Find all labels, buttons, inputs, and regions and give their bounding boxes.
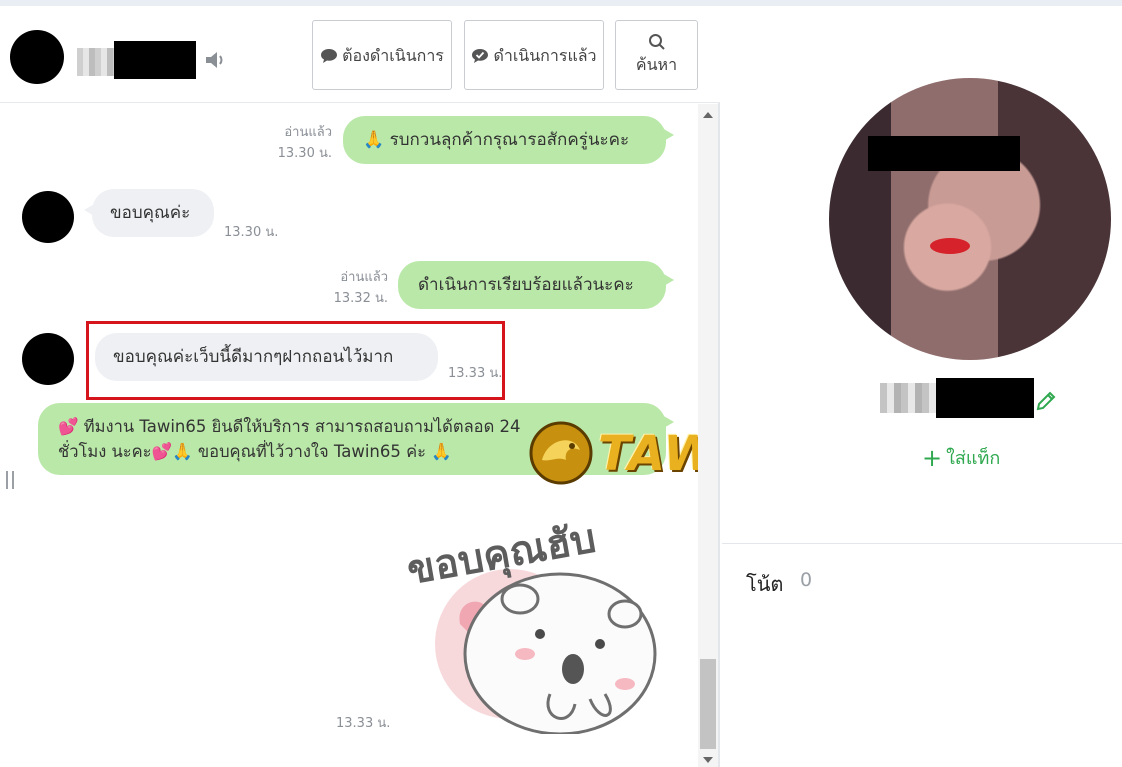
- sender-avatar[interactable]: [22, 191, 74, 243]
- read-status: อ่านแล้ว: [340, 270, 388, 285]
- note-count: 0: [800, 569, 813, 591]
- done-label: ดำเนินการแล้ว: [493, 45, 597, 65]
- to-do-label: ต้องดำเนินการ: [342, 45, 444, 65]
- message-time: 13.30 น.: [224, 225, 279, 240]
- contact-avatar[interactable]: [10, 30, 64, 84]
- section-divider: [722, 543, 1122, 544]
- message-meta: อ่านแล้ว 13.32 น.: [318, 267, 388, 309]
- message-text: ดำเนินการเรียบร้อยแล้วนะคะ: [418, 275, 634, 295]
- read-status: อ่านแล้ว: [284, 125, 332, 140]
- check-bubble-icon: [472, 49, 489, 63]
- to-do-button[interactable]: ต้องดำเนินการ: [312, 20, 452, 90]
- speaker-icon[interactable]: [204, 50, 228, 70]
- scroll-down-arrow-icon[interactable]: [703, 757, 713, 763]
- search-icon: [648, 33, 665, 50]
- highlight-box: [86, 321, 505, 400]
- contact-name-redacted: [114, 41, 196, 79]
- outgoing-message[interactable]: 🙏 รบกวนลุกค้ากรุณารอสักครู่นะคะ: [343, 116, 674, 164]
- chat-header: ต้องดำเนินการ ดำเนินการแล้ว ค้นหา: [0, 6, 720, 103]
- message-list[interactable]: อ่านแล้ว 13.30 น. 🙏 รบกวนลุกค้ากรุณารอสั…: [0, 104, 698, 767]
- message-time: 13.30 น.: [277, 146, 332, 161]
- resize-handle[interactable]: [6, 471, 14, 489]
- outgoing-message[interactable]: ดำเนินการเรียบร้อยแล้วนะคะ: [398, 261, 674, 309]
- edit-pencil-icon[interactable]: [1034, 389, 1058, 413]
- message-scrollbar[interactable]: [698, 104, 718, 767]
- message-text: 🙏 รบกวนลุกค้ากรุณารอสักครู่นะคะ: [363, 130, 630, 150]
- speech-bubble-icon: [321, 49, 338, 63]
- watermark-logo: TAWIN65: [528, 420, 698, 490]
- thank-you-sticker[interactable]: ขอบคุณฮับ: [400, 504, 680, 734]
- note-label[interactable]: โน้ต: [746, 568, 783, 600]
- message-time: 13.33 น.: [336, 716, 391, 731]
- message-time: 13.32 น.: [333, 291, 388, 306]
- scroll-up-arrow-icon[interactable]: [703, 112, 713, 118]
- incoming-message[interactable]: ขอบคุณค่ะ: [84, 189, 214, 237]
- profile-pane: + ใส่แท็ก โน้ต 0: [722, 6, 1122, 767]
- profile-name-redacted: [936, 378, 1034, 418]
- watermark-text: TAWIN65: [598, 426, 698, 482]
- sender-avatar[interactable]: [22, 333, 74, 385]
- done-button[interactable]: ดำเนินการแล้ว: [464, 20, 604, 90]
- chat-pane: ต้องดำเนินการ ดำเนินการแล้ว ค้นหา อ่านแล…: [0, 6, 720, 767]
- search-label: ค้นหา: [635, 54, 678, 74]
- plus-icon: +: [922, 444, 943, 472]
- add-tag-button[interactable]: + ใส่แท็ก: [922, 443, 1000, 472]
- eye-redaction-bar: [868, 136, 1020, 171]
- dragon-emblem-icon: [529, 421, 593, 485]
- contact-name-pixelated: [77, 48, 115, 76]
- message-meta: อ่านแล้ว 13.30 น.: [262, 122, 332, 164]
- message-text: ขอบคุณค่ะ: [110, 203, 191, 223]
- scrollbar-thumb[interactable]: [700, 659, 716, 749]
- profile-photo-detail: [930, 238, 970, 254]
- chat-app: ต้องดำเนินการ ดำเนินการแล้ว ค้นหา อ่านแล…: [0, 6, 1122, 767]
- add-tag-label: ใส่แท็ก: [946, 448, 1001, 469]
- profile-name-pixelated: [880, 383, 936, 413]
- search-button[interactable]: ค้นหา: [615, 20, 698, 90]
- profile-photo[interactable]: [829, 78, 1111, 360]
